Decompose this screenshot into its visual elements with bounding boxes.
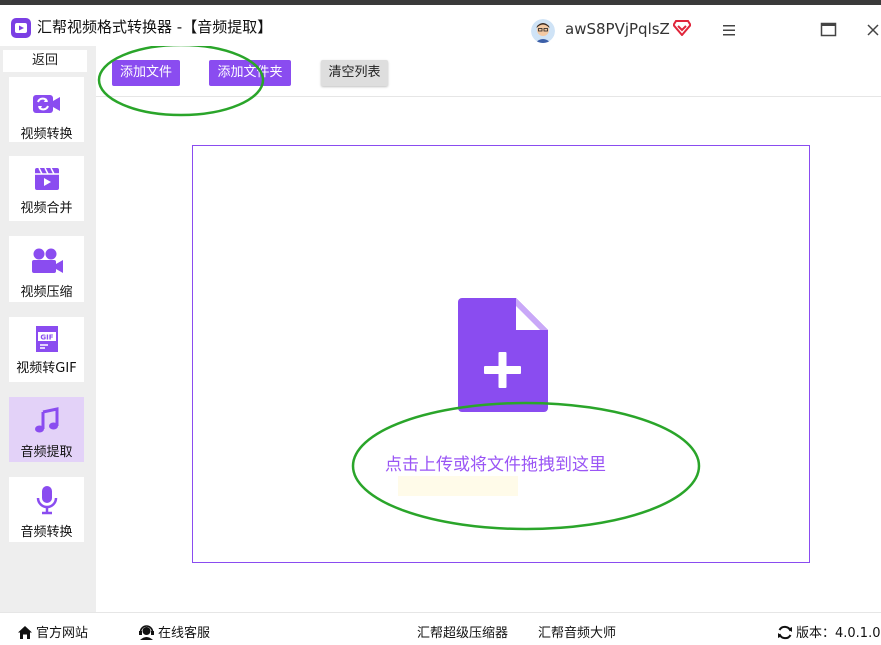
add-folder-button[interactable]: 添加文件夹 bbox=[209, 60, 291, 86]
version-info[interactable]: 版本：4.0.1.0 bbox=[777, 622, 880, 641]
sidebar-item-audio-extract[interactable]: 音频提取 bbox=[9, 397, 84, 462]
refresh-icon bbox=[778, 625, 792, 640]
sidebar-item-label: 视频压缩 bbox=[20, 285, 73, 300]
app-logo bbox=[11, 18, 31, 38]
footer-bar: 官方网站 在线客服 汇帮超级压缩器 汇帮音频大师 版本：4.0.1.0 bbox=[0, 612, 881, 645]
back-button[interactable]: 返回 bbox=[3, 50, 87, 72]
sidebar-item-label: 视频转换 bbox=[20, 127, 73, 142]
vip-diamond-icon[interactable] bbox=[672, 20, 692, 40]
sidebar-item-label: 音频转换 bbox=[20, 525, 73, 540]
file-drop-zone[interactable]: 点击上传或将文件拖拽到这里 bbox=[192, 145, 810, 563]
title-bar: 汇帮视频格式转换器 -【音频提取】 awS8PVjPqlsZ bbox=[0, 5, 881, 46]
user-avatar[interactable] bbox=[531, 19, 555, 43]
microphone-icon bbox=[35, 485, 59, 519]
video-convert-icon bbox=[32, 92, 62, 120]
sidebar-item-video-merge[interactable]: 视频合并 bbox=[9, 156, 84, 221]
official-website-link[interactable]: 官方网站 bbox=[17, 622, 88, 641]
drop-zone-hint: 点击上传或将文件拖拽到这里 bbox=[385, 455, 606, 475]
menu-icon[interactable] bbox=[714, 15, 744, 45]
official-website-label: 官方网站 bbox=[36, 626, 89, 641]
online-support-link[interactable]: 在线客服 bbox=[138, 622, 210, 641]
video-merge-icon bbox=[34, 166, 60, 196]
online-support-label: 在线客服 bbox=[158, 626, 211, 641]
sidebar-item-video-compress[interactable]: 视频压缩 bbox=[9, 236, 84, 302]
sidebar-item-label: 音频提取 bbox=[20, 445, 73, 460]
version-label: 版本：4.0.1.0 bbox=[796, 626, 881, 641]
super-compressor-link[interactable]: 汇帮超级压缩器 bbox=[417, 622, 508, 641]
drop-zone-ghost bbox=[398, 476, 518, 496]
sidebar-item-label: 视频合并 bbox=[20, 201, 73, 216]
sidebar-item-label: 视频转GIF bbox=[16, 361, 77, 376]
music-note-icon bbox=[33, 407, 61, 439]
app-name: 汇帮视频格式转换器 bbox=[37, 18, 173, 36]
audio-master-link[interactable]: 汇帮音频大师 bbox=[538, 622, 616, 641]
clear-list-button[interactable]: 清空列表 bbox=[321, 60, 388, 86]
app-title: 汇帮视频格式转换器 -【音频提取】 bbox=[37, 16, 272, 37]
add-file-icon[interactable] bbox=[458, 298, 548, 416]
svg-text:GIF: GIF bbox=[40, 334, 53, 342]
close-icon[interactable] bbox=[866, 15, 881, 45]
home-icon bbox=[18, 626, 32, 639]
headset-icon bbox=[139, 625, 154, 640]
add-file-button[interactable]: 添加文件 bbox=[112, 60, 180, 86]
sidebar-item-video-to-gif[interactable]: GIF 视频转GIF bbox=[9, 317, 84, 382]
sidebar: 返回 视频转换 视频合并 视频压缩 GIF 视频转GIF 音频提取 音频转换 bbox=[0, 46, 96, 612]
gif-icon: GIF bbox=[34, 324, 60, 358]
app-module: -【音频提取】 bbox=[172, 18, 273, 36]
maximize-icon[interactable] bbox=[814, 15, 844, 45]
sidebar-item-audio-convert[interactable]: 音频转换 bbox=[9, 477, 84, 542]
toolbar: 添加文件 添加文件夹 清空列表 bbox=[96, 46, 881, 97]
video-compress-icon bbox=[30, 247, 64, 279]
username[interactable]: awS8PVjPqlsZ bbox=[565, 20, 670, 38]
sidebar-item-video-convert[interactable]: 视频转换 bbox=[9, 77, 84, 142]
